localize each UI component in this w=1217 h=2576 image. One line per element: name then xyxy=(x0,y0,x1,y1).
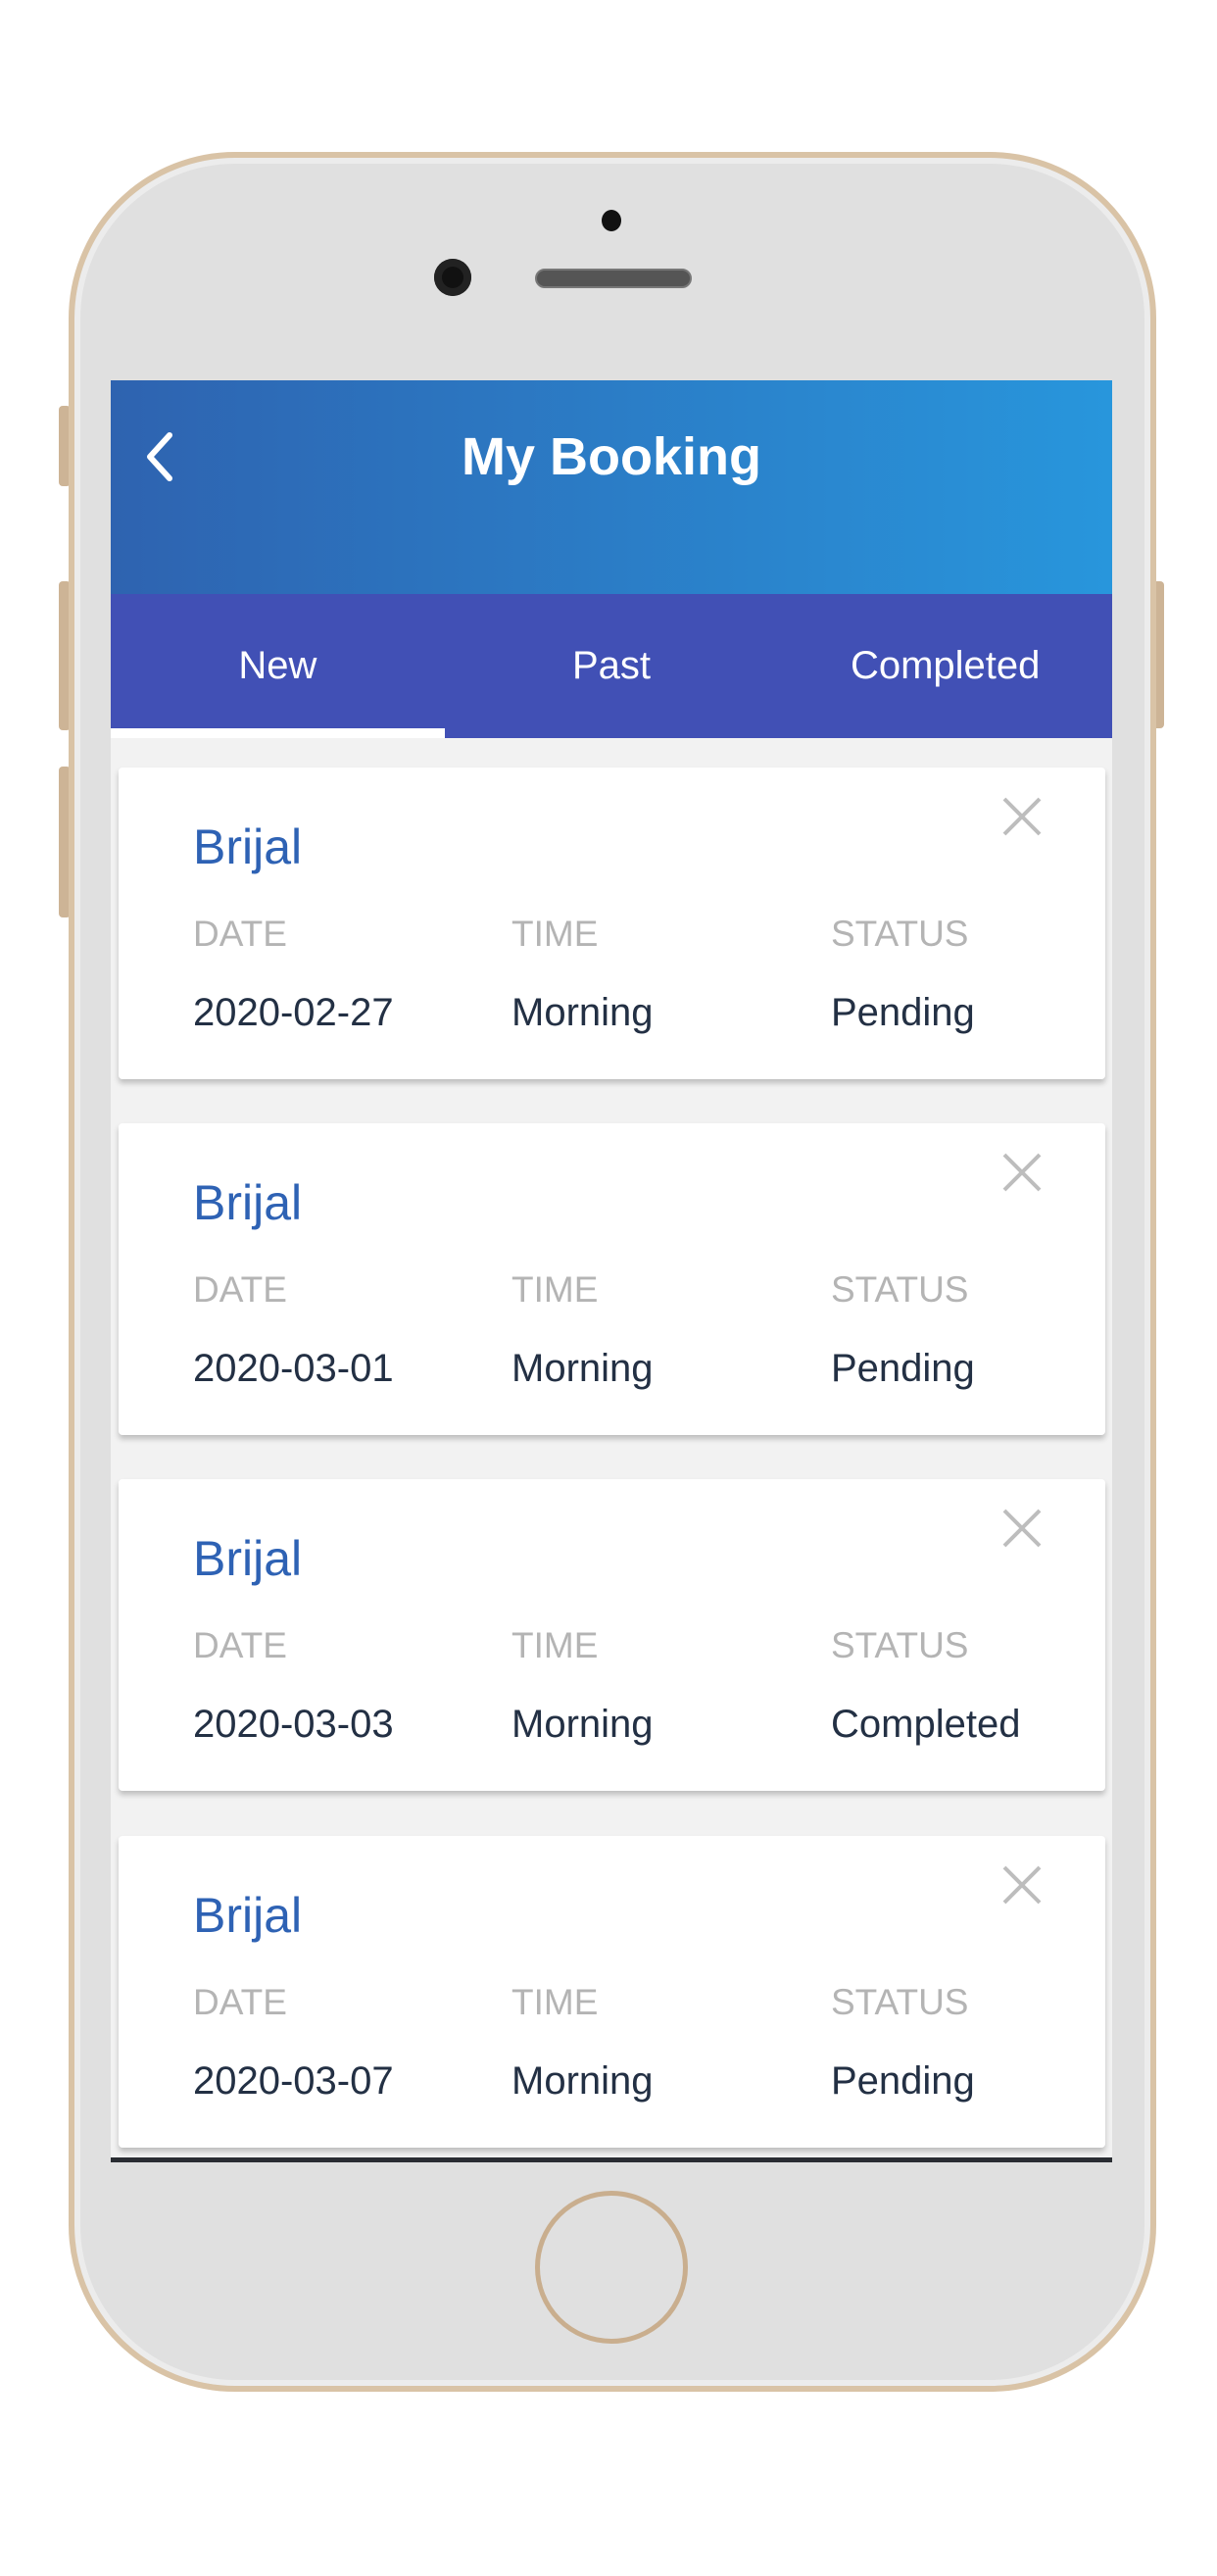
time-label: TIME xyxy=(511,1625,599,1665)
status-label: STATUS xyxy=(831,1269,969,1310)
close-icon[interactable] xyxy=(998,1863,1047,1912)
app-screen: My Booking New Past Completed Brijal DAT… xyxy=(111,380,1112,2162)
booking-card[interactable]: Brijal DATE 2020-02-27 TIME Morning STAT… xyxy=(119,768,1105,1079)
date-column: DATE 2020-03-03 xyxy=(193,1625,394,1747)
time-value: Morning xyxy=(511,2059,654,2103)
date-label: DATE xyxy=(193,1269,287,1310)
front-camera xyxy=(434,259,471,296)
page-title: My Booking xyxy=(462,427,761,486)
time-column: TIME Morning xyxy=(511,914,654,1035)
date-column: DATE 2020-03-01 xyxy=(193,1269,394,1391)
time-label: TIME xyxy=(511,1982,599,2022)
time-value: Morning xyxy=(511,991,654,1034)
date-value: 2020-03-03 xyxy=(193,1703,394,1746)
time-value: Morning xyxy=(511,1347,654,1390)
date-value: 2020-02-27 xyxy=(193,991,394,1034)
sensor-dot xyxy=(602,210,621,231)
date-label: DATE xyxy=(193,914,287,954)
status-value: Pending xyxy=(831,1347,975,1390)
date-label: DATE xyxy=(193,1625,287,1665)
tab-past[interactable]: Past xyxy=(445,594,779,738)
date-value: 2020-03-01 xyxy=(193,1347,394,1390)
time-column: TIME Morning xyxy=(511,1625,654,1747)
booking-name: Brijal xyxy=(193,1531,303,1586)
close-icon[interactable] xyxy=(998,1151,1047,1200)
status-label: STATUS xyxy=(831,914,969,954)
tab-new[interactable]: New xyxy=(111,594,445,738)
date-column: DATE 2020-02-27 xyxy=(193,914,394,1035)
booking-name: Brijal xyxy=(193,1175,303,1230)
booking-card[interactable]: Brijal DATE 2020-03-01 TIME Morning STAT… xyxy=(119,1123,1105,1435)
date-label: DATE xyxy=(193,1982,287,2022)
booking-card[interactable]: Brijal DATE 2020-03-03 TIME Morning STAT… xyxy=(119,1479,1105,1791)
status-label: STATUS xyxy=(831,1982,969,2022)
status-value: Completed xyxy=(831,1703,1021,1746)
status-column: STATUS Pending xyxy=(831,914,975,1035)
time-column: TIME Morning xyxy=(511,1982,654,2104)
close-icon[interactable] xyxy=(998,795,1047,844)
earpiece-speaker xyxy=(535,269,692,288)
time-column: TIME Morning xyxy=(511,1269,654,1391)
time-label: TIME xyxy=(511,1269,599,1310)
time-value: Morning xyxy=(511,1703,654,1746)
tab-bar: New Past Completed xyxy=(111,594,1112,738)
close-icon[interactable] xyxy=(998,1507,1047,1556)
status-value: Pending xyxy=(831,991,975,1034)
date-value: 2020-03-07 xyxy=(193,2059,394,2103)
app-header: My Booking xyxy=(111,380,1112,594)
booking-name: Brijal xyxy=(193,819,303,874)
status-value: Pending xyxy=(831,2059,975,2103)
status-label: STATUS xyxy=(831,1625,969,1665)
status-column: STATUS Completed xyxy=(831,1625,1021,1747)
status-column: STATUS Pending xyxy=(831,1269,975,1391)
booking-name: Brijal xyxy=(193,1888,303,1943)
home-button[interactable] xyxy=(535,2191,688,2344)
tab-completed[interactable]: Completed xyxy=(778,594,1112,738)
status-column: STATUS Pending xyxy=(831,1982,975,2104)
date-column: DATE 2020-03-07 xyxy=(193,1982,394,2104)
booking-card[interactable]: Brijal DATE 2020-03-07 TIME Morning STAT… xyxy=(119,1836,1105,2148)
time-label: TIME xyxy=(511,914,599,954)
